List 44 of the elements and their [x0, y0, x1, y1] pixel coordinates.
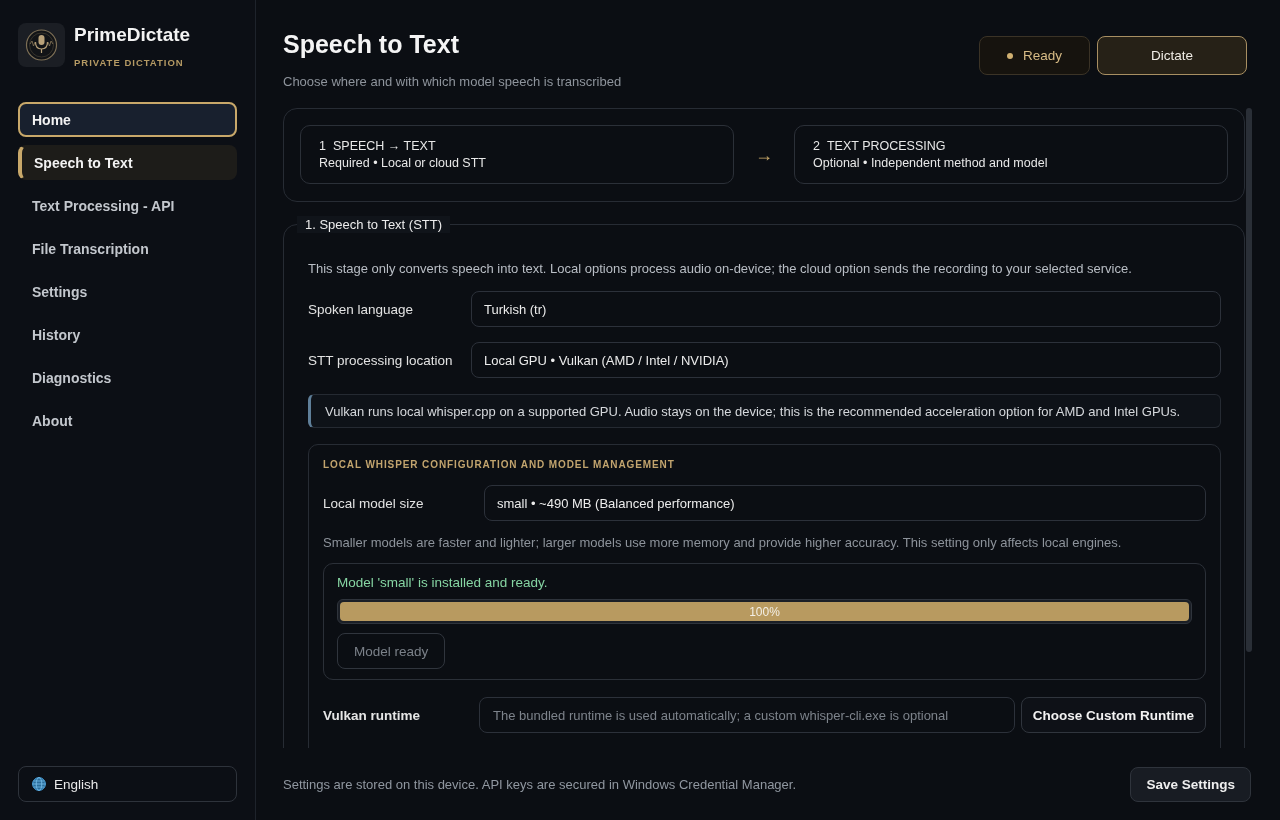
save-settings-button[interactable]: Save Settings: [1130, 766, 1251, 802]
app-name: PrimeDictate: [74, 24, 191, 46]
step-title: TEXT PROCESSING: [826, 139, 946, 153]
page-subtitle: Choose where and with which model speech is transcribed: [283, 74, 622, 90]
field-label: Local model size: [323, 495, 425, 511]
sidebar-nav-item[interactable]: About: [18, 403, 237, 438]
runtime-label: Vulkan runtime: [323, 707, 422, 723]
app-tagline: PRIVATE DICTATION: [74, 57, 184, 68]
footer-note: Settings are stored on this device. API keys are secured in Windows Credential Manager.: [283, 776, 797, 792]
info-note: Vulkan runs local whisper.cpp on a supported GPU. Audio stays on the device; this is the recommended acceleration option for AMD and Intel GPUs.: [308, 394, 1221, 428]
section-legend: 1. Speech to Text (STT): [297, 216, 451, 233]
select-field[interactable]: Local GPU • Vulkan (AMD / Intel / NVIDIA): [471, 342, 1221, 378]
sidebar-nav-item[interactable]: Diagnostics: [18, 360, 237, 395]
section-description: This stage only converts speech into text. Local options process audio on-device; the cloud option sends the recording to your selected service.: [308, 261, 1133, 277]
microphone-logo-icon: [18, 23, 65, 67]
dictate-button[interactable]: Dictate: [1097, 36, 1247, 75]
step-number: 2: [813, 139, 820, 153]
field-label: Spoken language: [308, 301, 415, 317]
sidebar-nav-item[interactable]: History: [18, 317, 237, 352]
sidebar-nav-item[interactable]: File Transcription: [18, 231, 237, 266]
panel-heading: LOCAL WHISPER CONFIGURATION AND MODEL MANAGEMENT: [323, 459, 676, 471]
step-detail: Required • Local or cloud STT: [319, 156, 486, 170]
status-label: Ready: [1023, 48, 1062, 63]
step-title: SPEECH → TEXT: [332, 139, 436, 153]
globe-icon: [32, 777, 46, 791]
sidebar-nav-item[interactable]: Home: [18, 102, 237, 137]
choose-runtime-button[interactable]: Choose Custom Runtime: [1021, 697, 1206, 733]
language-button[interactable]: English: [18, 766, 237, 802]
field-label: STT processing location: [308, 352, 454, 368]
select-field[interactable]: Turkish (tr): [471, 291, 1221, 327]
scrollbar-thumb[interactable]: [1246, 108, 1252, 652]
sidebar-nav-item[interactable]: Settings: [18, 274, 237, 309]
step-detail: Optional • Independent method and model: [813, 156, 1048, 170]
progress-reading: 100%: [749, 604, 780, 619]
sidebar-nav-item[interactable]: Speech to Text: [18, 145, 237, 180]
step-number: 1: [319, 139, 326, 153]
model-status-message: Model 'small' is installed and ready.: [337, 576, 549, 590]
pipeline-arrow: →: [755, 144, 773, 166]
sidebar-nav-item[interactable]: Text Processing - API: [18, 188, 237, 223]
runtime-path-input[interactable]: The bundled runtime is used automatically; a custom whisper-cli.exe is optional: [479, 697, 1015, 733]
model-size-hint: Smaller models are faster and lighter; larger models use more memory and provide higher accuracy. This setting only affects local engines.: [323, 535, 1123, 550]
model-size-select[interactable]: small • ~490 MB (Balanced performance): [484, 485, 1206, 521]
page-title: Speech to Text: [283, 29, 459, 60]
status-dot-icon: [1007, 52, 1013, 59]
